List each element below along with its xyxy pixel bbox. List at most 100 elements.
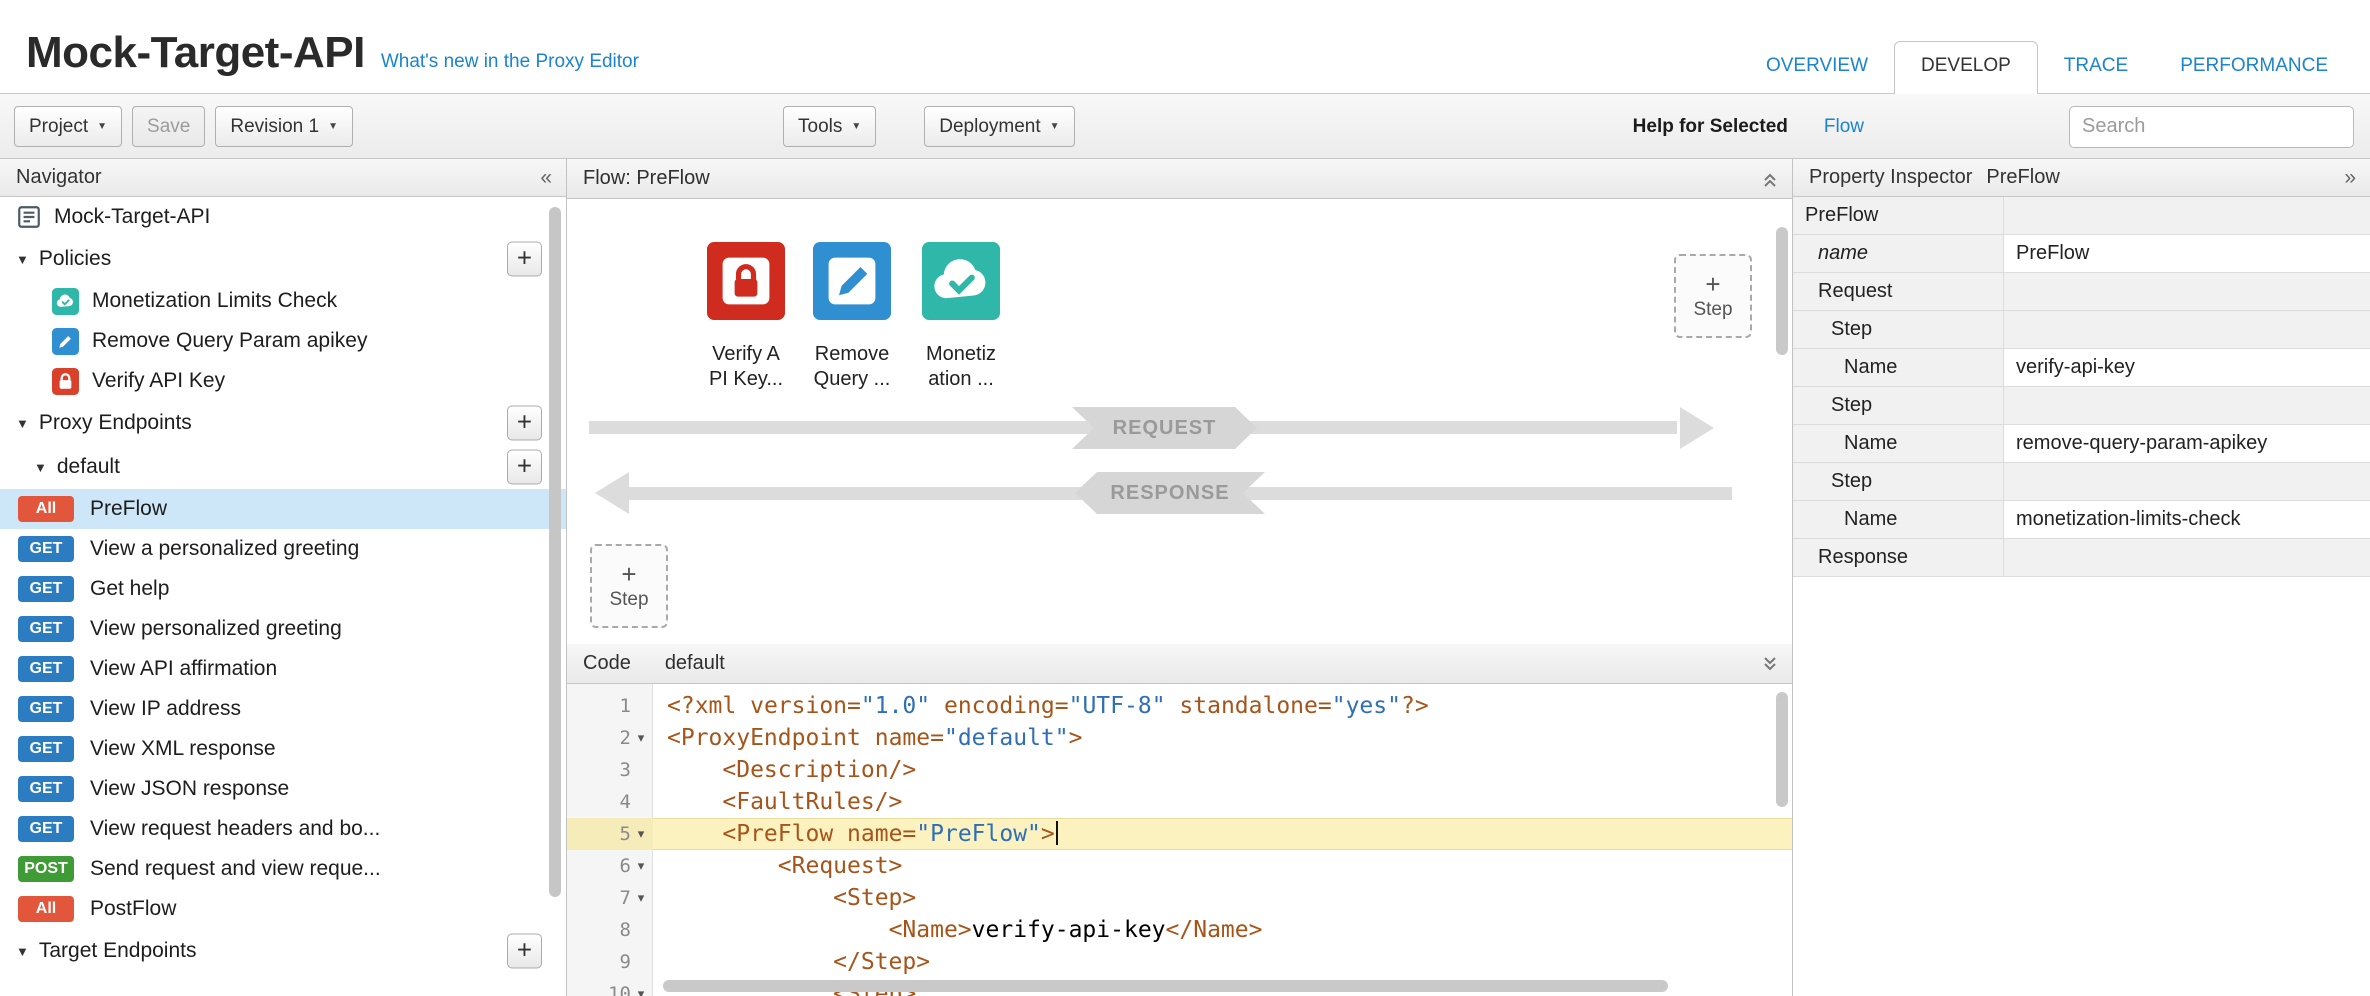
add-step-response-button[interactable]: + Step	[590, 544, 668, 628]
project-menu-label: Project	[29, 116, 88, 138]
inspector-row-label: Request	[1793, 273, 2004, 310]
request-arrowhead-icon	[1680, 407, 1714, 449]
code-editor[interactable]: 1<?xml version="1.0" encoding="UTF-8" st…	[567, 684, 1792, 996]
policy-lock-icon	[707, 242, 785, 320]
inspector-row-value	[2004, 273, 2370, 310]
code-vertical-scrollbar-thumb[interactable]	[1776, 692, 1788, 807]
flow-item-label: View a personalized greeting	[90, 537, 359, 561]
navigator-policy-item[interactable]: Remove Query Param apikey	[0, 321, 566, 361]
project-menu-button[interactable]: Project ▼	[14, 106, 122, 147]
inspector-row-label: Step	[1793, 463, 2004, 500]
navigator-flow-item[interactable]: GETGet help	[0, 569, 566, 609]
navigator-flow-item[interactable]: GETView API affirmation	[0, 649, 566, 689]
tab-overview[interactable]: OVERVIEW	[1740, 42, 1894, 93]
method-badge: POST	[18, 856, 74, 882]
whats-new-link[interactable]: What's new in the Proxy Editor	[381, 51, 639, 73]
navigator-tree: Mock-Target-API ▼ Policies + Monetizatio…	[0, 197, 566, 973]
code-panel-title: Code	[583, 652, 631, 675]
help-flow-link[interactable]: Flow	[1824, 116, 1864, 138]
flow-policy-step[interactable]: Monetization ...	[901, 242, 1021, 392]
fold-arrow-icon[interactable]: ▾	[631, 882, 651, 914]
disclosure-triangle-icon[interactable]: ▼	[16, 944, 29, 959]
tab-trace[interactable]: TRACE	[2038, 42, 2154, 93]
code-line: 9 </Step>	[567, 946, 1792, 978]
flow-panel-title: Flow: PreFlow	[583, 167, 710, 190]
add-flow-button[interactable]: +	[507, 450, 542, 485]
expand-panel-icon[interactable]: »	[2344, 166, 2356, 190]
deployment-menu-button[interactable]: Deployment ▼	[924, 106, 1074, 147]
flow-item-label: View JSON response	[90, 777, 289, 801]
policy-list: Monetization Limits Check Remove Query Pa…	[0, 281, 566, 401]
navigator-item-proxy-root[interactable]: Mock-Target-API	[0, 197, 566, 237]
inspector-row-value[interactable]: remove-query-param-apikey	[2004, 425, 2370, 462]
policy-item-label: Monetization Limits Check	[92, 289, 337, 313]
tools-menu-button[interactable]: Tools ▼	[783, 106, 876, 147]
navigator-section-target-endpoints[interactable]: ▼ Target Endpoints +	[0, 929, 566, 973]
fold-arrow-icon[interactable]: ▾	[631, 850, 651, 882]
navigator-flow-item[interactable]: GET View a personalized greeting	[0, 529, 566, 569]
property-inspector-title: Property Inspector	[1809, 166, 1972, 189]
inspector-row-label: PreFlow	[1793, 197, 2004, 234]
save-button[interactable]: Save	[132, 106, 205, 147]
collapse-code-panel-icon[interactable]	[1760, 654, 1780, 680]
step-button-label: Step	[1693, 299, 1732, 321]
inspector-row-value[interactable]: verify-api-key	[2004, 349, 2370, 386]
response-arrowhead-icon	[595, 472, 629, 514]
app-header: Mock-Target-API What's new in the Proxy …	[0, 0, 2370, 94]
navigator-flow-item[interactable]: GETView IP address	[0, 689, 566, 729]
navigator-policy-item[interactable]: Monetization Limits Check	[0, 281, 566, 321]
flow-policy-step[interactable]: RemoveQuery ...	[792, 242, 912, 392]
inspector-row: PreFlow	[1793, 197, 2370, 235]
disclosure-triangle-icon[interactable]: ▼	[16, 252, 29, 267]
navigator-flow-item[interactable]: AllPostFlow	[0, 889, 566, 929]
tab-performance[interactable]: PERFORMANCE	[2154, 42, 2354, 93]
flow-policy-step[interactable]: Verify API Key...	[686, 242, 806, 392]
revision-label: Revision 1	[230, 116, 319, 138]
add-proxy-endpoint-button[interactable]: +	[507, 406, 542, 441]
code-line: 2▾<ProxyEndpoint name="default">	[567, 722, 1792, 754]
navigator-policy-item[interactable]: Verify API Key	[0, 361, 566, 401]
navigator-section-proxy-endpoints[interactable]: ▼ Proxy Endpoints +	[0, 401, 566, 445]
navigator-section-policies[interactable]: ▼ Policies +	[0, 237, 566, 281]
fold-arrow-icon[interactable]: ▾	[631, 818, 651, 850]
code-text: <PreFlow name="PreFlow">	[653, 818, 1058, 850]
add-step-request-button[interactable]: + Step	[1674, 254, 1752, 338]
navigator-flow-item[interactable]: GETView JSON response	[0, 769, 566, 809]
code-line: 6▾ <Request>	[567, 850, 1792, 882]
tab-develop[interactable]: DEVELOP	[1894, 41, 2038, 94]
inspector-row-value	[2004, 463, 2370, 500]
navigator-scrollbar-thumb[interactable]	[549, 207, 561, 897]
chevron-down-icon: ▼	[1050, 121, 1060, 132]
inspector-row-value[interactable]: monetization-limits-check	[2004, 501, 2370, 538]
fold-arrow-icon[interactable]: ▾	[631, 722, 651, 754]
code-file-selector[interactable]: default	[665, 652, 725, 675]
method-badge: GET	[18, 536, 74, 562]
navigator-group-default[interactable]: ▼ default +	[0, 445, 566, 489]
navigator-flow-item[interactable]: POST Send request and view reque...	[0, 849, 566, 889]
inspector-row: Step	[1793, 311, 2370, 349]
search-input[interactable]	[2069, 106, 2354, 148]
navigator-flow-item[interactable]: AllPreFlow	[0, 489, 566, 529]
code-horizontal-scrollbar-thumb[interactable]	[663, 980, 1668, 992]
revision-menu-button[interactable]: Revision 1 ▼	[215, 106, 353, 147]
inspector-row-value[interactable]: PreFlow	[2004, 235, 2370, 272]
navigator-flow-item[interactable]: GETView request headers and bo...	[0, 809, 566, 849]
flow-item-label: Send request and view reque...	[90, 857, 381, 881]
fold-arrow-icon[interactable]: ▾	[631, 978, 651, 996]
line-number: 3	[567, 754, 653, 786]
flow-item-label: View personalized greeting	[90, 617, 342, 641]
code-text: </Step>	[653, 946, 930, 978]
code-line: 8 <Name>verify-api-key</Name>	[567, 914, 1792, 946]
add-target-endpoint-button[interactable]: +	[507, 934, 542, 969]
line-number: 4	[567, 786, 653, 818]
add-policy-button[interactable]: +	[507, 242, 542, 277]
collapse-panel-icon[interactable]: «	[540, 166, 552, 190]
flow-scrollbar-thumb[interactable]	[1776, 227, 1788, 355]
navigator-flow-item[interactable]: GETView XML response	[0, 729, 566, 769]
collapse-flow-panel-icon[interactable]	[1760, 169, 1780, 195]
navigator-flow-item[interactable]: GETView personalized greeting	[0, 609, 566, 649]
policy-cloud-check-icon	[52, 288, 79, 315]
disclosure-triangle-icon[interactable]: ▼	[34, 460, 47, 475]
flow-policy-label: Verify API Key...	[709, 342, 783, 392]
disclosure-triangle-icon[interactable]: ▼	[16, 416, 29, 431]
